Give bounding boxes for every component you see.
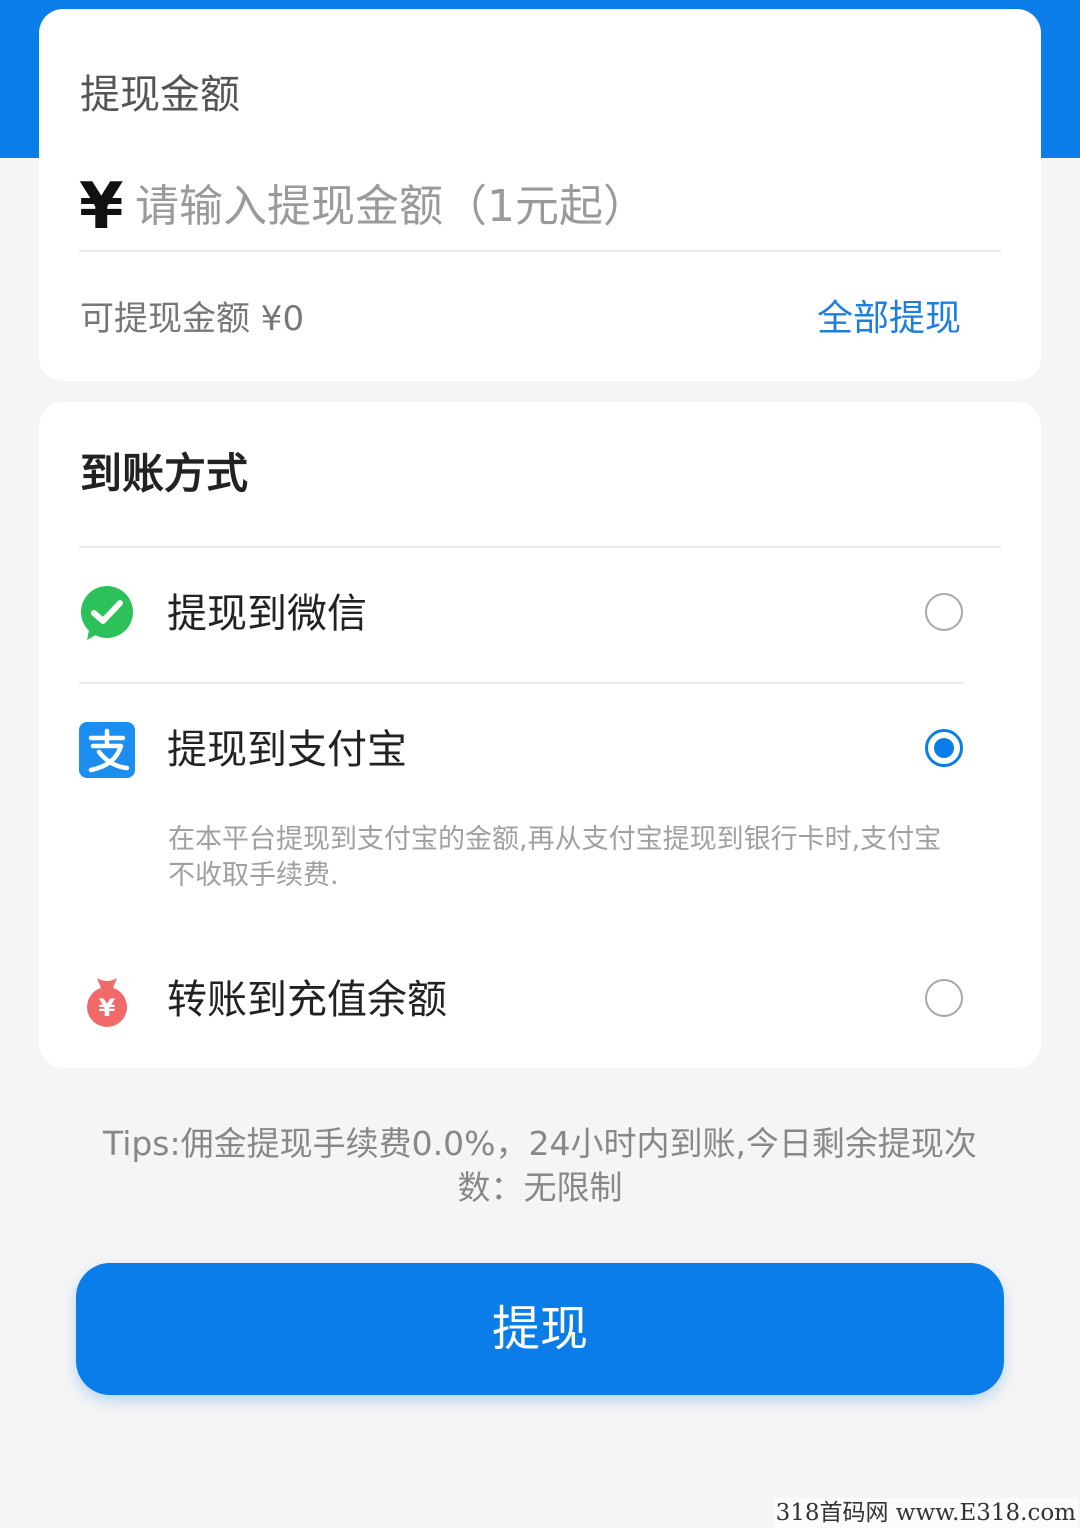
wechat-icon [79,586,135,642]
amount-input[interactable] [135,169,995,243]
option-recharge-balance-radio[interactable] [925,979,963,1017]
option-wechat-radio[interactable] [925,593,963,631]
option-wechat[interactable]: 提现到微信 [79,564,963,664]
method-title-divider [79,546,1001,548]
amount-card: 提现金额 ¥ 可提现金额 ¥0 全部提现 [39,9,1041,381]
option-alipay-radio[interactable] [925,729,963,767]
payout-method-card: 到账方式 提现到微信 提现到支付宝 在本平台提现到支付宝的金额,再从支付宝提现到… [39,402,1041,1068]
withdraw-all-link[interactable]: 全部提现 [817,295,961,343]
option-divider [79,682,963,684]
money-bag-icon: ¥ [79,972,135,1028]
withdraw-submit-button[interactable]: 提现 [76,1263,1004,1395]
option-alipay[interactable]: 提现到支付宝 [79,700,963,800]
option-wechat-label: 提现到微信 [167,591,367,637]
payout-method-title: 到账方式 [80,449,249,498]
amount-title: 提现金额 [80,72,240,118]
available-amount: 可提现金额 ¥0 [80,299,305,339]
withdraw-tips: Tips:佣金提现手续费0.0%，24小时内到账,今日剩余提现次数：无限制 [103,1124,977,1207]
amount-divider [79,250,1001,252]
alipay-icon [79,722,135,778]
option-recharge-balance-label: 转账到充值余额 [167,977,447,1023]
site-watermark: 318首码网 www.E318.com [773,1498,1078,1528]
alipay-fee-note: 在本平台提现到支付宝的金额,再从支付宝提现到银行卡时,支付宝不收取手续费. [168,824,942,891]
option-recharge-balance[interactable]: ¥ 转账到充值余额 [79,950,963,1050]
svg-text:¥: ¥ [99,994,116,1022]
yen-symbol: ¥ [79,170,124,244]
option-alipay-label: 提现到支付宝 [167,727,407,773]
